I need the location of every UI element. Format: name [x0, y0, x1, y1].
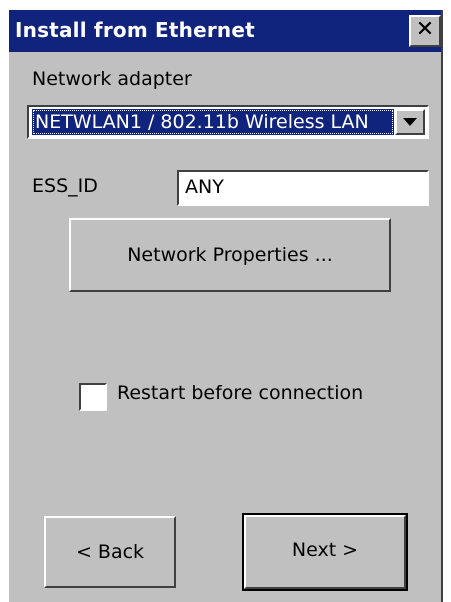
- close-button[interactable]: ✕: [409, 15, 441, 47]
- close-icon: ✕: [415, 17, 435, 42]
- next-button-label: Next >: [291, 539, 359, 561]
- restart-checkbox[interactable]: [79, 383, 107, 411]
- title-bar: Install from Ethernet ✕: [9, 10, 441, 52]
- next-button[interactable]: Next >: [242, 513, 408, 591]
- ess-id-input[interactable]: ANY: [177, 170, 429, 206]
- install-dialog: Install from Ethernet ✕ Network adapter …: [7, 10, 443, 602]
- network-properties-button[interactable]: Network Properties ...: [69, 218, 391, 292]
- network-adapter-select[interactable]: NETWLAN1 / 802.11b Wireless LAN: [27, 105, 429, 139]
- restart-checkbox-label[interactable]: Restart before connection: [117, 382, 363, 404]
- network-adapter-selected-value: NETWLAN1 / 802.11b Wireless LAN: [32, 109, 394, 135]
- dropdown-button[interactable]: [395, 109, 425, 135]
- back-button[interactable]: < Back: [44, 516, 176, 588]
- ess-id-label: ESS_ID: [32, 175, 98, 197]
- network-adapter-label: Network adapter: [32, 68, 192, 90]
- chevron-down-icon: [403, 118, 417, 126]
- dialog-title: Install from Ethernet: [15, 18, 255, 42]
